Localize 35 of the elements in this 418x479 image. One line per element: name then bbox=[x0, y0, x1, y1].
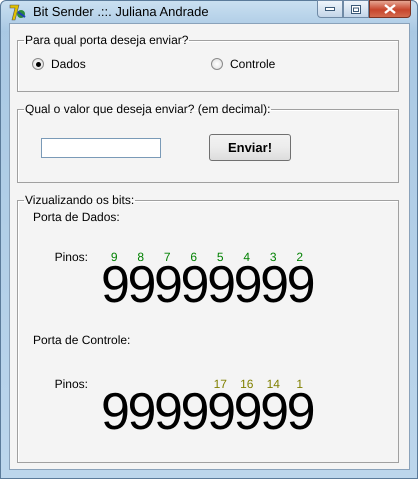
value-field[interactable] bbox=[41, 138, 161, 158]
send-button[interactable]: Enviar! bbox=[209, 134, 291, 161]
pin-number: 5 bbox=[216, 251, 225, 265]
pin-number: 17 bbox=[212, 378, 228, 392]
maximize-icon bbox=[351, 4, 361, 14]
close-button[interactable] bbox=[369, 0, 411, 18]
pin-number: 14 bbox=[266, 378, 281, 392]
pin-number: 3 bbox=[268, 251, 278, 265]
close-icon bbox=[384, 4, 396, 14]
bits-display: 99999999 bbox=[101, 392, 313, 432]
minimize-button[interactable] bbox=[317, 0, 343, 18]
pin-number: 8 bbox=[136, 251, 146, 265]
window-title: Bit Sender .::. Juliana Andrade bbox=[33, 3, 210, 22]
port-title: Porta de Controle: bbox=[32, 332, 132, 349]
pin-number: 2 bbox=[295, 251, 304, 265]
minimize-icon bbox=[325, 7, 335, 11]
radio-button[interactable] bbox=[211, 58, 223, 70]
pins-label: Pinos: bbox=[54, 378, 89, 392]
radio-button[interactable] bbox=[32, 58, 44, 70]
radio-option[interactable]: Dados bbox=[32, 55, 211, 73]
pin-number: 4 bbox=[242, 251, 252, 265]
app-icon bbox=[9, 4, 27, 20]
maximize-button[interactable] bbox=[343, 0, 369, 18]
group-label: Qual o valor que deseja enviar? (em decimal): bbox=[24, 103, 272, 115]
pins-label: Pinos: bbox=[54, 251, 89, 265]
port-title: Porta de Dados: bbox=[32, 209, 121, 226]
pin-number: 9 bbox=[110, 251, 119, 265]
group-label: Para qual porta deseja enviar? bbox=[24, 34, 190, 46]
pin-number: 7 bbox=[162, 251, 172, 265]
pin-number: 6 bbox=[189, 251, 198, 265]
radio-option[interactable]: Controle bbox=[211, 55, 390, 73]
bits-display: 99999999 bbox=[101, 265, 313, 305]
group-label: Vizualizando os bits: bbox=[24, 194, 136, 206]
pin-number: 16 bbox=[239, 378, 254, 392]
pin-number: 1 bbox=[295, 378, 304, 392]
